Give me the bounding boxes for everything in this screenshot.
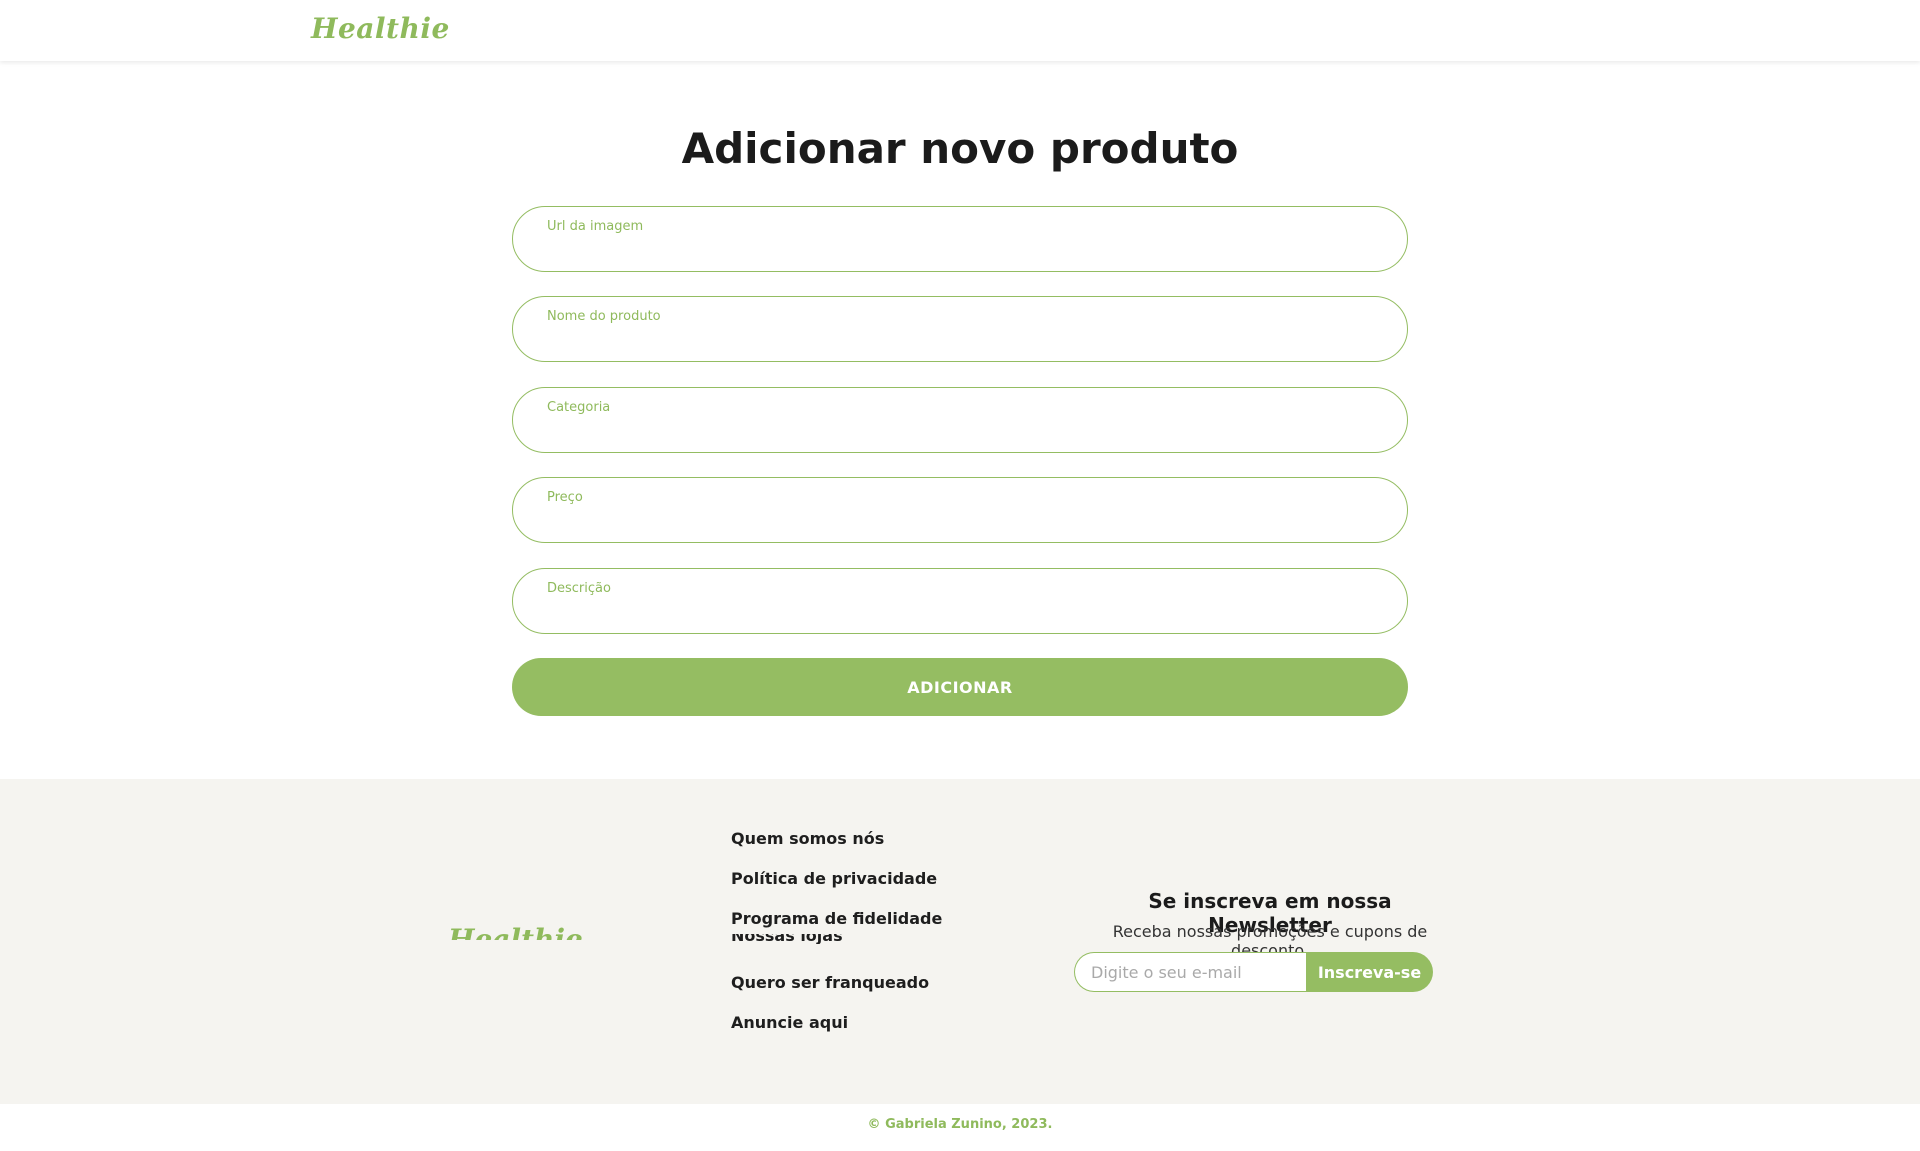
footer-link-about[interactable]: Quem somos nós (731, 829, 884, 848)
add-button[interactable]: ADICIONAR (512, 658, 1408, 716)
site-header: Healthie (0, 0, 1920, 61)
image-url-label: Url da imagem (547, 219, 644, 234)
product-name-label: Nome do produto (547, 309, 661, 324)
category-label: Categoria (547, 400, 611, 415)
description-input[interactable] (547, 601, 1373, 625)
description-label: Descrição (547, 581, 611, 596)
subscribe-button[interactable]: Inscreva-se (1306, 952, 1433, 992)
image-url-input[interactable] (547, 239, 1373, 263)
copyright: © Gabriela Zunino, 2023. (867, 1117, 1053, 1132)
footer-link-stores[interactable]: Nossas lojas (731, 934, 843, 944)
footer-link-loyalty[interactable]: Programa de fidelidade (731, 909, 942, 928)
price-field[interactable]: Preço (512, 477, 1408, 543)
description-field[interactable]: Descrição (512, 568, 1408, 634)
category-input[interactable] (547, 420, 1373, 444)
category-field[interactable]: Categoria (512, 387, 1408, 453)
footer-link-advertise[interactable]: Anuncie aqui (731, 1013, 848, 1032)
page-title: Adicionar novo produto (681, 124, 1239, 173)
price-input[interactable] (547, 510, 1373, 534)
product-name-input[interactable] (547, 329, 1373, 353)
footer-link-privacy[interactable]: Política de privacidade (731, 869, 937, 888)
price-label: Preço (547, 490, 583, 505)
image-url-field[interactable]: Url da imagem (512, 206, 1408, 272)
footer-logo: Healthie (448, 926, 583, 940)
product-name-field[interactable]: Nome do produto (512, 296, 1408, 362)
site-footer: Healthie Quem somos nós Política de priv… (0, 779, 1920, 1104)
footer-link-franchise[interactable]: Quero ser franqueado (731, 973, 929, 992)
newsletter-email-input[interactable] (1074, 952, 1310, 992)
header-logo[interactable]: Healthie (311, 12, 450, 45)
